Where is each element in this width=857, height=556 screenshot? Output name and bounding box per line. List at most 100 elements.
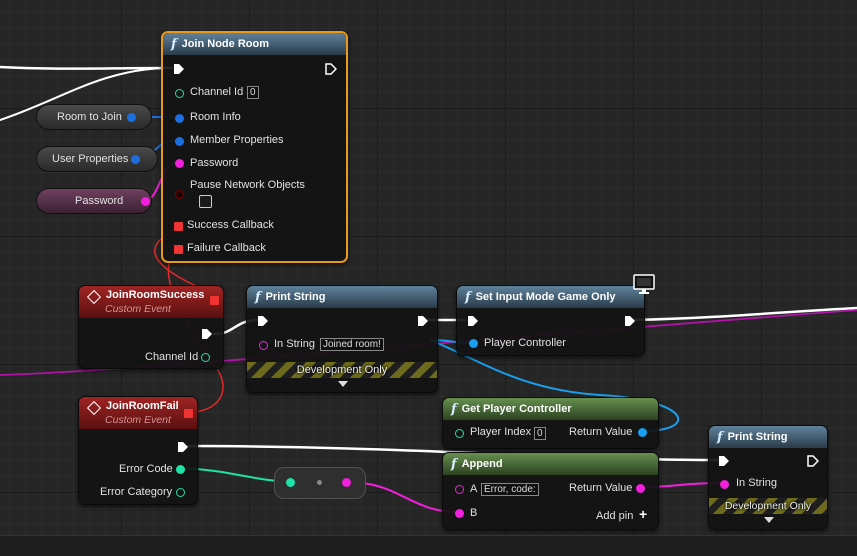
print-string-2-title: Print String [727, 431, 788, 443]
set-input-mode-node[interactable]: f Set Input Mode Game Only Player Contro… [456, 285, 645, 356]
channel-id-pin[interactable] [175, 89, 184, 98]
join-node-room-node[interactable]: f Join Node Room Channel Id 0 Room Info … [161, 31, 348, 263]
in-string-input[interactable]: Joined room! [320, 338, 384, 351]
join-node-room-title: Join Node Room [181, 38, 269, 50]
a-input[interactable]: Error, code: [481, 483, 539, 496]
error-category-pin[interactable] [176, 488, 185, 497]
exec-in-icon[interactable] [718, 455, 730, 467]
error-category-label: Error Category [100, 486, 173, 498]
event-icon [86, 289, 102, 305]
in-string-2-label: In String [736, 477, 777, 489]
exec-out-icon[interactable] [807, 455, 819, 467]
client-only-monitor-icon [633, 274, 655, 294]
return-value-label: Return Value [569, 426, 633, 438]
password-var-label: Password [75, 195, 124, 207]
member-properties-label: Member Properties [190, 134, 284, 146]
a-pin[interactable] [455, 485, 464, 494]
join-room-success-subtitle: Custom Event [105, 303, 171, 315]
password-pin[interactable] [175, 159, 184, 168]
player-index-input[interactable]: 0 [534, 427, 546, 440]
return-value-label: Return Value [569, 482, 633, 494]
bottom-bar [0, 535, 857, 556]
failure-callback-label: Failure Callback [187, 242, 266, 254]
password-label: Password [190, 157, 239, 169]
set-input-mode-header[interactable]: f Set Input Mode Game Only [457, 286, 644, 308]
chevron-down-icon[interactable] [338, 381, 348, 387]
user-properties-pin[interactable] [131, 155, 140, 164]
return-value-pin[interactable] [638, 428, 647, 437]
join-room-fail-title: JoinRoomFail [106, 400, 179, 412]
set-input-mode-title: Set Input Mode Game Only [475, 291, 616, 303]
exec-out-icon[interactable] [201, 328, 213, 340]
append-node[interactable]: f Append A Error, code: Return Value B A… [442, 452, 659, 530]
user-properties-label: User Properties [52, 153, 129, 165]
add-pin-label[interactable]: Add pin [596, 510, 633, 522]
function-icon: f [171, 36, 177, 52]
function-icon: f [465, 289, 471, 305]
exec-out-icon[interactable] [624, 315, 636, 327]
exec-in-icon[interactable] [173, 63, 185, 75]
join-room-success-delegate-pin[interactable] [210, 296, 219, 305]
join-node-room-header[interactable]: f Join Node Room [163, 33, 346, 55]
player-index-pin[interactable] [455, 429, 464, 438]
success-callback-label: Success Callback [187, 219, 274, 231]
join-room-success-header[interactable]: JoinRoomSuccess Custom Event [79, 286, 223, 318]
player-index-label: Player Index [470, 426, 532, 438]
room-to-join-variable[interactable]: Room to Join [36, 104, 152, 130]
in-string-pin[interactable] [259, 341, 268, 350]
get-player-controller-header[interactable]: f Get Player Controller [443, 398, 658, 420]
join-room-fail-delegate-pin[interactable] [184, 409, 193, 418]
exec-in-icon[interactable] [467, 315, 479, 327]
function-icon: f [451, 401, 457, 417]
join-room-fail-node[interactable]: JoinRoomFail Custom Event Error Code Err… [78, 396, 198, 505]
function-icon: f [717, 429, 723, 445]
print-string-title: Print String [265, 291, 326, 303]
print-string-header[interactable]: f Print String [247, 286, 437, 308]
exec-out-icon[interactable] [325, 63, 337, 75]
get-player-controller-node[interactable]: f Get Player Controller Player Index 0 R… [442, 397, 659, 449]
b-label: B [470, 507, 478, 519]
append-header[interactable]: f Append [443, 453, 658, 475]
get-player-controller-title: Get Player Controller [461, 403, 572, 415]
function-icon: f [451, 456, 457, 472]
pause-network-objects-pin[interactable] [175, 190, 184, 199]
conversion-node[interactable] [274, 467, 366, 499]
print-string-2-node[interactable]: f Print String In String Development Onl… [708, 425, 828, 530]
error-code-label: Error Code [119, 463, 173, 475]
conversion-in-pin[interactable] [286, 478, 295, 487]
channel-id-input[interactable]: 0 [247, 86, 259, 99]
print-string-node[interactable]: f Print String In String Joined room! De… [246, 285, 438, 393]
channel-id-label: Channel Id [190, 86, 244, 98]
exec-out-icon[interactable] [417, 315, 429, 327]
conversion-out-pin[interactable] [342, 478, 351, 487]
add-pin-icon[interactable]: + [639, 506, 647, 522]
room-to-join-pin[interactable] [127, 113, 136, 122]
player-controller-pin[interactable] [469, 339, 478, 348]
member-properties-pin[interactable] [175, 137, 184, 146]
in-string-2-pin[interactable] [720, 480, 729, 489]
room-info-pin[interactable] [175, 114, 184, 123]
pause-network-objects-label: Pause Network Objects [190, 179, 305, 191]
append-title: Append [461, 458, 503, 470]
failure-callback-pin[interactable] [174, 245, 183, 254]
print-string-2-header[interactable]: f Print String [709, 426, 827, 448]
user-properties-variable[interactable]: User Properties [36, 146, 158, 172]
join-room-success-node[interactable]: JoinRoomSuccess Custom Event Channel Id [78, 285, 224, 369]
conversion-dot-icon [317, 480, 322, 485]
join-room-fail-header[interactable]: JoinRoomFail Custom Event [79, 397, 197, 429]
return-value-pin[interactable] [636, 484, 645, 493]
exec-in-icon[interactable] [257, 315, 269, 327]
player-controller-label: Player Controller [484, 337, 566, 349]
pause-network-objects-checkbox[interactable] [199, 195, 212, 208]
b-pin[interactable] [455, 509, 464, 518]
in-string-label: In String [274, 338, 315, 350]
chevron-down-icon[interactable] [764, 517, 774, 523]
channel-id-out-label: Channel Id [145, 351, 199, 363]
error-code-pin[interactable] [176, 465, 185, 474]
join-room-success-title: JoinRoomSuccess [106, 289, 205, 301]
exec-out-icon[interactable] [177, 441, 189, 453]
password-variable[interactable]: Password [36, 188, 152, 214]
success-callback-pin[interactable] [174, 222, 183, 231]
password-var-pin[interactable] [141, 197, 150, 206]
channel-id-out-pin[interactable] [201, 353, 210, 362]
